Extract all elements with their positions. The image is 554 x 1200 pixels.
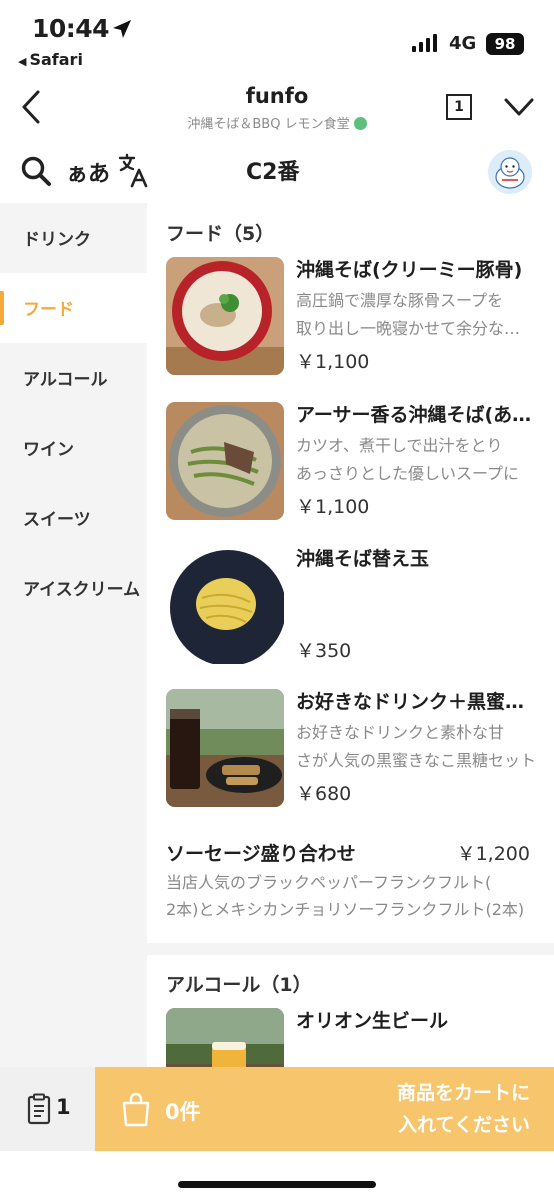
sidebar-item-food[interactable]: フード xyxy=(0,273,147,343)
avatar[interactable] xyxy=(488,150,532,194)
translate-icon[interactable] xyxy=(118,152,150,188)
item-photo xyxy=(166,689,284,807)
item-description: お好きなドリンクと素朴な甘 さが人気の黒蜜きなこ黒糖セット xyxy=(296,719,536,775)
item-price: ￥350 xyxy=(296,640,352,662)
menu-item[interactable]: ソーセージ盛り合わせ ￥1,200 当店人気のブラックペッパーフランクフルト( … xyxy=(166,839,536,927)
sidebar-item-label: ドリンク xyxy=(23,230,91,250)
sidebar-item-ice-cream[interactable]: アイスクリーム xyxy=(0,553,147,637)
sidebar-item-sweets[interactable]: スイーツ xyxy=(0,483,147,553)
item-name: アーサー香る沖縄そば(あっさり) xyxy=(296,404,536,426)
item-price: ￥1,200 xyxy=(456,843,530,865)
sidebar-item-drink[interactable]: ドリンク xyxy=(0,203,147,273)
item-price: ￥1,100 xyxy=(296,496,370,518)
item-description-line: 2本)とメキシカンチョリソーフランクフルト(2本) xyxy=(166,900,525,919)
item-description: 高圧鍋で濃厚な豚骨スープを 取り出し一晩寝かせて余分な脂を取り除いた xyxy=(296,287,536,343)
cart-message-line: 商品をカートに xyxy=(396,1082,530,1104)
section-divider xyxy=(147,943,554,955)
sidebar-item-label: ワイン xyxy=(23,440,74,460)
section-title-food: フード（5） xyxy=(166,223,275,245)
item-price: ￥680 xyxy=(296,783,352,805)
item-description-line: あっさりとした優しいスープに xyxy=(296,464,520,483)
sidebar-item-label: スイーツ xyxy=(23,510,91,530)
item-photo xyxy=(166,1008,284,1067)
cart-button[interactable]: 0件 商品をカートに 入れてください xyxy=(95,1067,554,1151)
item-description-line: さが人気の黒蜜きなこ黒糖セット xyxy=(296,751,536,770)
sidebar-item-label: フード xyxy=(23,300,74,320)
menu-item[interactable]: お好きなドリンク＋黒蜜きなこ黒糖 お好きなドリンクと素朴な甘 さが人気の黒蜜きな… xyxy=(166,689,536,807)
sidebar-item-wine[interactable]: ワイン xyxy=(0,413,147,483)
section-title-alcohol: アルコール（1） xyxy=(166,974,312,996)
back-to-app-link[interactable]: ◀ Safari xyxy=(18,50,83,69)
mascot-icon xyxy=(488,150,532,194)
shopping-bag-icon xyxy=(122,1092,150,1127)
chevron-down-icon[interactable] xyxy=(502,94,536,120)
item-name: ソーセージ盛り合わせ xyxy=(166,843,356,865)
item-name: お好きなドリンク＋黒蜜きなこ黒糖 xyxy=(296,691,536,713)
item-description-line: お好きなドリンクと素朴な甘 xyxy=(296,723,505,742)
order-history-button[interactable]: 1 xyxy=(0,1067,95,1151)
sidebar-item-label: アルコール xyxy=(23,370,108,390)
menu-list: フード（5） 沖縄そば(クリーミー豚骨) 高圧鍋で濃厚な豚骨スープを 取り出し一… xyxy=(147,203,554,1067)
item-description: カツオ、煮干しで出汁をとり あっさりとした優しいスープに xyxy=(296,432,536,488)
menu-item[interactable]: 沖縄そば替え玉 ￥350 xyxy=(166,546,536,664)
order-count: 1 xyxy=(56,1095,71,1119)
item-price: ￥1,100 xyxy=(296,351,370,373)
item-description-line: 高圧鍋で濃厚な豚骨スープを xyxy=(296,291,504,310)
category-sidebar: ドリンク フード アルコール ワイン スイーツ アイスクリーム xyxy=(0,203,147,1067)
home-indicator[interactable] xyxy=(178,1181,376,1188)
status-bar: 10:44 ◀ Safari 4G 98 xyxy=(0,0,554,76)
menu-item[interactable]: オリオン生ビール xyxy=(166,1008,536,1067)
cart-message: 商品をカートに 入れてください xyxy=(360,1077,530,1141)
sidebar-item-label: アイスクリーム xyxy=(23,580,141,600)
item-name: オリオン生ビール xyxy=(296,1010,449,1032)
back-app-label: Safari xyxy=(29,50,83,69)
font-size-button[interactable]: ぁあ xyxy=(66,156,110,188)
search-icon[interactable] xyxy=(20,155,52,187)
item-description-line: 取り出し一晩寝かせて余分な脂を取り除いた xyxy=(296,319,536,338)
item-name: 沖縄そば(クリーミー豚骨) xyxy=(296,259,523,281)
battery-indicator: 98 xyxy=(486,33,524,55)
tab-count-icon[interactable]: 1 xyxy=(446,94,472,120)
location-arrow-icon xyxy=(113,20,131,38)
cart-message-line: 入れてください xyxy=(398,1114,530,1136)
item-description-line: カツオ、煮干しで出汁をとり xyxy=(296,436,503,455)
menu-item[interactable]: アーサー香る沖縄そば(あっさり) カツオ、煮干しで出汁をとり あっさりとした優し… xyxy=(166,402,536,520)
item-description: 当店人気のブラックペッパーフランクフルト( 2本)とメキシカンチョリソーフランク… xyxy=(166,869,536,923)
item-name: 沖縄そば替え玉 xyxy=(296,548,430,570)
verified-icon xyxy=(353,117,367,130)
network-type: 4G xyxy=(449,33,477,54)
table-number: C2番 xyxy=(246,160,300,185)
menu-item[interactable]: 沖縄そば(クリーミー豚骨) 高圧鍋で濃厚な豚骨スープを 取り出し一晩寝かせて余分… xyxy=(166,257,536,375)
item-photo xyxy=(166,402,284,520)
item-photo xyxy=(166,546,284,664)
cart-count: 0件 xyxy=(165,1100,201,1124)
status-time: 10:44 xyxy=(32,14,110,43)
clipboard-icon xyxy=(27,1093,51,1125)
item-photo xyxy=(166,257,284,375)
bottom-bar: 1 0件 商品をカートに 入れてください xyxy=(0,1067,554,1151)
sidebar-item-alcohol[interactable]: アルコール xyxy=(0,343,147,413)
signal-icon xyxy=(412,34,437,52)
shop-subtitle-text: 沖縄そば＆BBQ レモン食堂 xyxy=(187,117,350,132)
item-description-line: 当店人気のブラックペッパーフランクフルト( xyxy=(166,873,492,892)
